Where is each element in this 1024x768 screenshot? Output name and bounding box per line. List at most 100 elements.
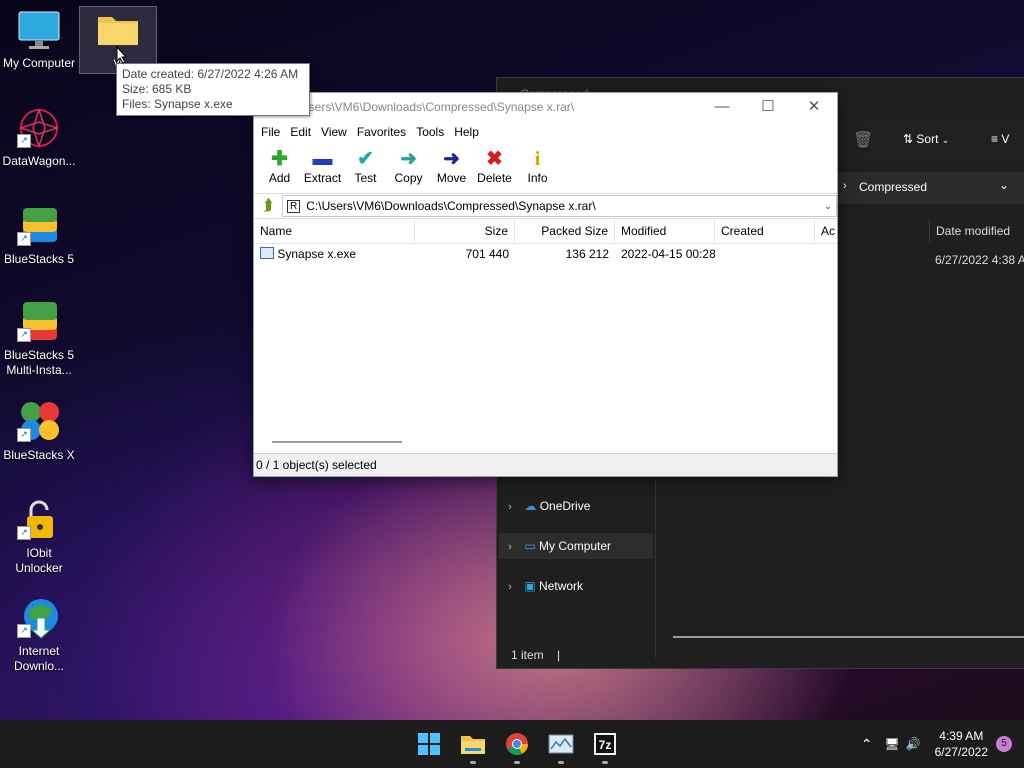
menu-edit[interactable]: Edit	[285, 121, 316, 143]
file-explorer-taskbar-button[interactable]	[451, 722, 495, 766]
notification-badge[interactable]: 5	[996, 736, 1012, 752]
taskbar: 7z ⌃ 🖥 🔊 4:39 AM 6/27/2022 5	[0, 720, 1024, 768]
exe-file-icon	[260, 247, 274, 259]
info-button[interactable]: i Info	[516, 143, 559, 193]
nav-item-label: Network	[539, 579, 584, 593]
item-count: 1 item	[511, 648, 544, 662]
clock-time: 4:39 AM	[939, 729, 984, 743]
column-header-modified[interactable]: Modified	[615, 219, 715, 243]
path-input[interactable]: R C:\Users\VM6\Downloads\Compressed\Syna…	[282, 195, 837, 217]
column-header-packed-size[interactable]: Packed Size	[515, 219, 615, 243]
rar-archive-icon: R	[287, 199, 301, 213]
tooltip-size: Size: 685 KB	[122, 82, 192, 96]
desktop-icon-datawagon[interactable]: ↗ DataWagon...	[1, 106, 77, 169]
desktop-icon-label: My Computer	[2, 56, 76, 70]
chevron-right-icon: ›	[508, 581, 512, 593]
copy-icon: ➜	[400, 148, 417, 170]
column-header-created[interactable]: Created	[715, 219, 815, 243]
menu-view[interactable]: View	[316, 121, 352, 143]
close-button[interactable]: ✕	[791, 93, 837, 121]
desktop-icon-label: IObit Unlocker	[15, 546, 63, 575]
desktop-icon-internet-download[interactable]: ↗ Internet Downlo...	[1, 596, 77, 674]
desktop-icon-bluestacks[interactable]: ↗ BlueStacks 5	[1, 204, 77, 267]
menu-tools[interactable]: Tools	[411, 121, 449, 143]
test-button[interactable]: ✔ Test	[344, 143, 387, 193]
test-label: Test	[354, 171, 377, 185]
desktop-icon-label: BlueStacks 5 Multi-Insta...	[3, 348, 75, 377]
desktop-icon-my-computer[interactable]: My Computer	[1, 8, 77, 71]
chevron-up-icon[interactable]: ⌃	[853, 736, 881, 753]
maximize-button[interactable]: ☐	[745, 93, 791, 121]
chevron-down-icon[interactable]: ⌄	[824, 201, 832, 212]
monitor-icon	[15, 8, 63, 52]
task-manager-taskbar-button[interactable]	[539, 722, 583, 766]
running-indicator	[558, 761, 564, 764]
desktop-icon-label: BlueStacks 5	[3, 252, 75, 266]
menu-file[interactable]: File	[256, 121, 285, 143]
sort-icon: ⇅	[903, 132, 914, 146]
menu-favorites[interactable]: Favorites	[352, 121, 411, 143]
column-label: Date modified	[936, 224, 1011, 238]
volume-icon[interactable]: 🔊	[904, 737, 927, 751]
taskbar-apps: 7z	[407, 720, 627, 768]
minimize-button[interactable]: —	[699, 93, 745, 121]
desktop-icon-bluestacks-multi[interactable]: ↗ BlueStacks 5 Multi-Insta...	[1, 300, 77, 378]
folder-up-icon[interactable]: ⮭	[254, 197, 282, 215]
test-icon: ✔	[357, 148, 374, 170]
onedrive-icon: ☁	[524, 499, 537, 513]
add-button[interactable]: ✚ Add	[258, 143, 301, 193]
bluestacks-icon: ↗	[15, 204, 63, 248]
desktop-icon-label: BlueStacks X	[3, 448, 75, 462]
window-title: Users\VM6\Downloads\Compressed\Synapse x…	[300, 100, 575, 114]
nav-item-label: OneDrive	[539, 499, 591, 513]
clock[interactable]: 4:39 AM 6/27/2022	[927, 728, 996, 760]
running-indicator	[470, 761, 476, 764]
internet-download-icon: ↗	[15, 596, 63, 640]
nav-divider	[655, 478, 656, 658]
desktop-icon-bluestacks-x[interactable]: ↗ BlueStacks X	[1, 400, 77, 463]
trash-icon[interactable]: 🗑	[853, 130, 873, 150]
breadcrumb[interactable]: Compressed	[859, 180, 927, 194]
sort-button[interactable]: ⇅ Sort ⌄	[903, 132, 949, 146]
nav-item-onedrive[interactable]: › ☁ OneDrive	[499, 493, 653, 519]
move-icon: ➜	[443, 148, 460, 170]
nav-item-network[interactable]: › ▣ Network	[499, 573, 653, 599]
delete-icon: ✖	[486, 148, 503, 170]
chevron-right-icon: ›	[508, 541, 512, 553]
horizontal-scrollbar[interactable]	[673, 636, 1024, 638]
column-date-modified[interactable]: Date modified	[929, 220, 1024, 242]
chevron-down-icon[interactable]: ⌄	[999, 178, 1009, 192]
file-info-tooltip: Date created: 6/27/2022 4:26 AM Size: 68…	[116, 63, 310, 116]
extract-icon: ▬	[312, 148, 333, 170]
7zip-taskbar-button[interactable]: 7z	[583, 722, 627, 766]
column-header-accessed[interactable]: Ac	[815, 219, 835, 243]
sort-label: Sort	[916, 132, 939, 146]
network-icon[interactable]: 🖥	[880, 737, 903, 751]
explorer-address-bar[interactable]: › Compressed ⌄	[837, 172, 1024, 204]
svg-text:7z: 7z	[599, 738, 612, 752]
delete-button[interactable]: ✖ Delete	[473, 143, 516, 193]
move-button[interactable]: ➜ Move	[430, 143, 473, 193]
extract-button[interactable]: ▬ Extract	[301, 143, 344, 193]
file-size: 701 440	[465, 247, 509, 261]
desktop-icon-iobit-unlocker[interactable]: ↗ IObit Unlocker	[1, 498, 77, 576]
copy-button[interactable]: ➜ Copy	[387, 143, 430, 193]
column-header-size[interactable]: Size	[415, 219, 515, 243]
view-button[interactable]: ≡ V	[991, 132, 1009, 146]
horizontal-scrollbar[interactable]	[272, 441, 402, 443]
copy-label: Copy	[394, 171, 423, 185]
menu-bar: File Edit View Favorites Tools Help	[254, 121, 837, 143]
table-row[interactable]: Synapse x.exe 701 440 136 212 2022-04-15…	[254, 244, 837, 264]
file-packed-size: 136 212	[565, 247, 609, 261]
7zip-window[interactable]: Users\VM6\Downloads\Compressed\Synapse x…	[253, 92, 838, 477]
task-manager-icon	[548, 734, 574, 754]
chrome-taskbar-button[interactable]	[495, 722, 539, 766]
chevron-right-icon: ›	[843, 180, 847, 192]
shortcut-arrow-icon: ↗	[17, 232, 31, 246]
column-header-name[interactable]: Name	[254, 219, 415, 243]
nav-item-my-computer[interactable]: › ▭ My Computer	[499, 533, 653, 559]
file-modified: 2022-04-15 00:28	[621, 247, 715, 261]
start-button[interactable]	[407, 722, 451, 766]
7zip-title-bar[interactable]: Users\VM6\Downloads\Compressed\Synapse x…	[254, 93, 837, 121]
menu-help[interactable]: Help	[449, 121, 484, 143]
